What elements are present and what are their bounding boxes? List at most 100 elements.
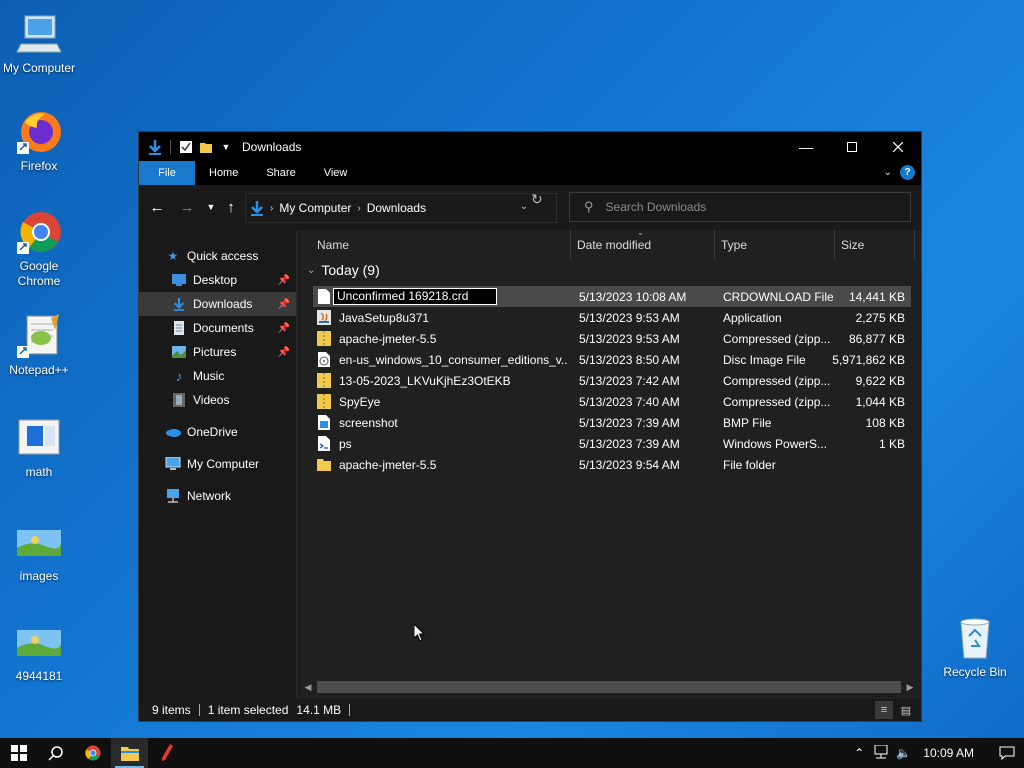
address-dropdown-chevron-icon[interactable]: ⌄ [520, 201, 528, 212]
start-button[interactable] [0, 738, 37, 768]
tab-share[interactable]: Share [252, 161, 309, 185]
desktop-icon-my-computer[interactable]: My Computer [0, 10, 78, 76]
desktop-icon-4944181[interactable]: 4944181 [0, 618, 78, 684]
file-row[interactable]: SpyEye 5/13/2023 7:40 AM Compressed (zip… [313, 391, 911, 412]
nav-item-network[interactable]: Network [139, 484, 296, 508]
file-row[interactable]: screenshot 5/13/2023 7:39 AM BMP File 10… [313, 412, 911, 433]
navigation-pane: ★ Quick access Desktop 📌 Downloads 📌 Doc… [139, 230, 297, 699]
file-row[interactable]: 13-05-2023_LKVuKjhEz3OtEKB 5/13/2023 7:4… [313, 370, 911, 391]
mouse-cursor-icon [414, 624, 426, 642]
maximize-button[interactable] [829, 132, 875, 161]
column-header-size[interactable]: Size [835, 230, 915, 260]
desktop-icon-recycle-bin[interactable]: Recycle Bin [936, 614, 1014, 680]
volume-icon[interactable]: 🔈 [892, 746, 915, 760]
navigation-bar: ← → ▼ ↑ › My Computer › Downloads ⌄ ↻ ⚲ … [139, 185, 921, 230]
desktop-icon-notepad-plus-plus[interactable]: Notepad++ [0, 312, 78, 378]
cloud-icon [165, 424, 181, 440]
forward-button[interactable]: → [175, 195, 199, 219]
file-row[interactable]: apache-jmeter-5.5 5/13/2023 9:54 AM File… [313, 454, 911, 475]
file-row[interactable]: en-us_windows_10_consumer_editions_v... … [313, 349, 911, 370]
nav-label: Documents [193, 321, 254, 335]
show-hidden-icons-chevron-icon[interactable]: ⌃ [850, 746, 868, 760]
file-row[interactable]: JavaSetup8u371 5/13/2023 9:53 AM Applica… [313, 307, 911, 328]
tab-home[interactable]: Home [195, 161, 252, 185]
folder-icon [317, 457, 331, 473]
customize-toolbar-chevron-icon[interactable]: ▼ [218, 139, 234, 155]
nav-item-pictures[interactable]: Pictures 📌 [139, 340, 296, 364]
nav-item-videos[interactable]: Videos [139, 388, 296, 412]
scrollbar-thumb[interactable] [317, 681, 901, 693]
nav-item-my-computer[interactable]: My Computer [139, 452, 296, 476]
desktop-icon-math[interactable]: math [0, 414, 78, 480]
nav-item-desktop[interactable]: Desktop 📌 [139, 268, 296, 292]
nav-item-music[interactable]: ♪ Music [139, 364, 296, 388]
tab-view[interactable]: View [310, 161, 362, 185]
close-button[interactable] [875, 132, 921, 161]
address-bar[interactable]: › My Computer › Downloads ⌄ [245, 193, 557, 223]
breadcrumb-separator-icon: › [357, 202, 361, 214]
nav-label: OneDrive [187, 425, 238, 439]
notification-center-icon[interactable] [990, 746, 1024, 760]
taskbar: ⌃ 🔈 10:09 AM [0, 738, 1024, 768]
file-type: Compressed (zipp... [723, 331, 831, 346]
file-row[interactable]: Unconfirmed 169218.crd 5/13/2023 10:08 A… [313, 286, 911, 307]
search-input[interactable]: ⚲ Search Downloads [569, 192, 911, 222]
nav-label: My Computer [187, 457, 260, 471]
search-button[interactable] [37, 738, 74, 768]
desktop-icon-firefox[interactable]: Firefox [0, 108, 78, 174]
file-size: 1 KB [878, 436, 905, 451]
file-row[interactable]: apache-jmeter-5.5 5/13/2023 9:53 AM Comp… [313, 328, 911, 349]
details-view-icon[interactable]: ≡ [875, 701, 893, 719]
rename-input[interactable]: Unconfirmed 169218.crd [333, 288, 497, 305]
search-placeholder: Search Downloads [605, 200, 707, 214]
minimize-button[interactable]: — [783, 132, 829, 161]
file-list: Unconfirmed 169218.crd 5/13/2023 10:08 A… [313, 286, 911, 475]
column-header-name[interactable]: Name [311, 230, 571, 260]
search-icon [47, 746, 63, 761]
nav-item-documents[interactable]: Documents 📌 [139, 316, 296, 340]
column-header-type[interactable]: Type [715, 230, 835, 260]
file-name: SpyEye [339, 394, 381, 409]
nav-label: Pictures [193, 345, 237, 359]
group-header-today[interactable]: ⌄ Today (9) [307, 262, 380, 278]
scroll-right-arrow-icon[interactable]: ▶ [903, 682, 917, 693]
nav-item-onedrive[interactable]: OneDrive [139, 420, 296, 444]
breadcrumb-my-computer[interactable]: My Computer [279, 201, 351, 215]
scroll-left-arrow-icon[interactable]: ◀ [301, 682, 315, 693]
back-button[interactable]: ← [145, 195, 169, 219]
tab-file[interactable]: File [139, 161, 195, 185]
file-row[interactable]: ps 5/13/2023 7:39 AM Windows PowerS... 1… [313, 433, 911, 454]
nav-item-downloads[interactable]: Downloads 📌 [139, 292, 296, 316]
large-icons-view-icon[interactable]: ▤ [897, 701, 915, 719]
file-size: 86,877 KB [848, 331, 905, 346]
refresh-icon[interactable]: ↻ [531, 191, 543, 208]
java-installer-icon [317, 310, 331, 326]
taskbar-file-explorer-button[interactable] [111, 738, 148, 768]
nav-item-quick-access[interactable]: ★ Quick access [139, 244, 296, 268]
expand-ribbon-chevron-icon[interactable]: ⌄ [884, 167, 892, 178]
file-date: 5/13/2023 9:54 AM [579, 457, 680, 472]
taskbar-pen-button[interactable] [148, 738, 185, 768]
item-count: 9 items [152, 703, 191, 717]
new-folder-icon[interactable] [198, 139, 214, 155]
help-icon[interactable]: ? [900, 165, 915, 180]
column-label: Name [317, 238, 350, 252]
collapse-chevron-icon: ⌄ [307, 264, 316, 276]
up-button[interactable]: ↑ [219, 195, 243, 219]
document-icon [15, 414, 63, 462]
breadcrumb-downloads[interactable]: Downloads [367, 201, 426, 215]
file-type: Compressed (zipp... [723, 394, 831, 409]
file-name: apache-jmeter-5.5 [339, 457, 437, 472]
horizontal-scrollbar[interactable]: ◀ ▶ [301, 679, 917, 695]
desktop-icon-google-chrome[interactable]: Google Chrome [0, 208, 78, 289]
image-thumbnail-icon [15, 518, 63, 566]
network-icon[interactable] [868, 744, 892, 762]
blank-file-icon [317, 289, 331, 305]
star-icon: ★ [167, 249, 179, 263]
desktop-icon-images[interactable]: images [0, 518, 78, 584]
computer-icon [165, 456, 181, 472]
clock[interactable]: 10:09 AM [915, 746, 990, 760]
taskbar-chrome-button[interactable] [74, 738, 111, 768]
file-size: 5,971,862 KB [832, 352, 905, 367]
properties-icon[interactable] [178, 139, 194, 155]
